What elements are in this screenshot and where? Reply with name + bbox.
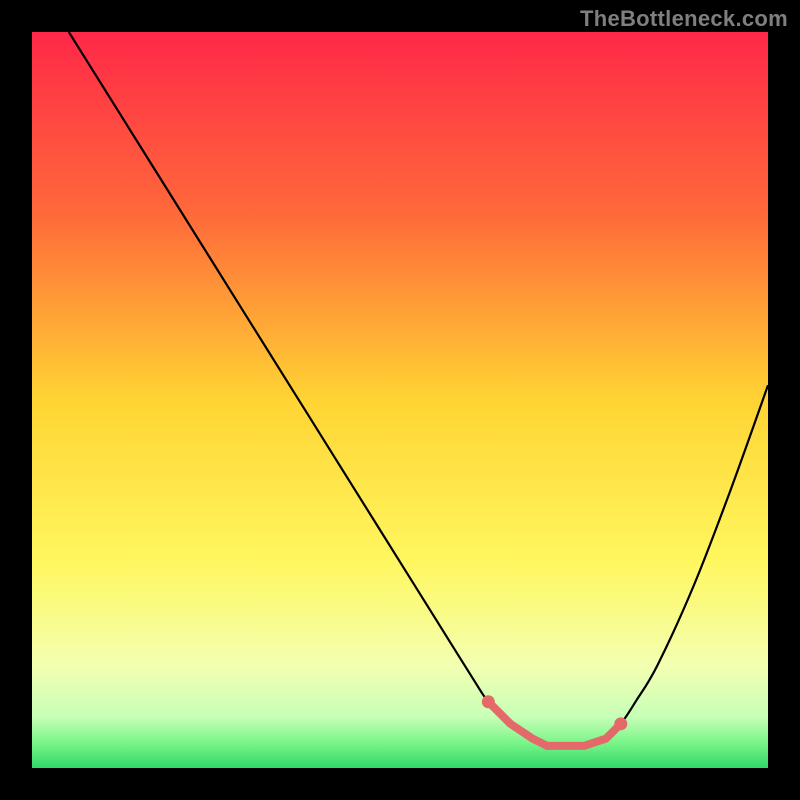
chart-frame: TheBottleneck.com: [0, 0, 800, 800]
plot-area: [32, 32, 768, 768]
heat-gradient-background: [32, 32, 768, 768]
watermark-text: TheBottleneck.com: [580, 6, 788, 32]
heat-gradient-rect: [32, 32, 768, 768]
